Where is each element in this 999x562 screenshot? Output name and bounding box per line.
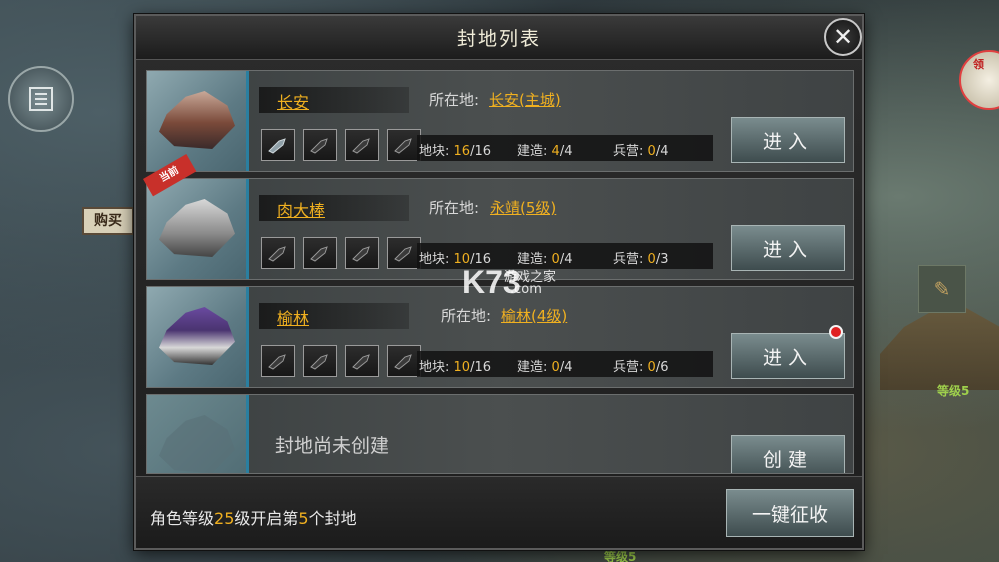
- fief-list-panel: 封地列表 长安 所在地: 长安(主城) 地块: 16/16 建造: 4/4 兵营…: [134, 14, 864, 550]
- plot-stat: 地块: 10/16: [419, 360, 491, 375]
- empty-fief-text: 封地尚未创建: [275, 435, 390, 457]
- fief-thumbnail: [147, 395, 249, 473]
- location-link[interactable]: 长安(主城): [489, 89, 561, 110]
- fief-thumbnail: [147, 71, 249, 171]
- panel-header: 封地列表: [136, 16, 862, 60]
- enter-button[interactable]: 进入: [731, 333, 845, 379]
- map-toggle-icon[interactable]: [8, 66, 74, 132]
- building-slots: [261, 129, 421, 161]
- event-badge-label: 领: [973, 58, 984, 71]
- location-label: 所在地:: [441, 307, 492, 325]
- build-stat: 建造: 0/4: [517, 360, 573, 375]
- build-slot-icon[interactable]: [303, 237, 337, 269]
- plot-stat: 地块: 16/16: [419, 144, 491, 159]
- fief-stats: 地块: 10/16 建造: 0/4 兵营: 0/6: [417, 351, 713, 377]
- enter-button[interactable]: 进入: [731, 117, 845, 163]
- location-link[interactable]: 榆林(4级): [501, 305, 567, 326]
- building-slots: [261, 345, 421, 377]
- empty-fief-row: 封地尚未创建 创建: [146, 394, 854, 474]
- fief-row: 榆林 所在地: 榆林(4级) 地块: 10/16 建造: 0/4 兵营: 0/6…: [146, 286, 854, 388]
- fief-row: 长安 所在地: 长安(主城) 地块: 16/16 建造: 4/4 兵营: 0/4…: [146, 70, 854, 172]
- panel-title: 封地列表: [456, 28, 541, 50]
- castle-placeholder-icon: [159, 415, 235, 473]
- building-slots: [261, 237, 421, 269]
- barracks-stat: 兵营: 0/3: [613, 252, 669, 267]
- plot-stat: 地块: 10/16: [419, 252, 491, 267]
- collect-all-button[interactable]: 一键征收: [726, 489, 854, 537]
- build-slot-icon[interactable]: [261, 129, 295, 161]
- build-stat: 建造: 0/4: [517, 252, 573, 267]
- panel-footer: 角色等级25级开启第5个封地 一键征收: [136, 476, 862, 548]
- building-level-label-bottom: 等级5: [604, 550, 637, 562]
- build-slot-icon[interactable]: [303, 129, 337, 161]
- location-label: 所在地:: [429, 199, 480, 217]
- fief-name-link[interactable]: 肉大棒: [277, 197, 325, 221]
- create-button[interactable]: 创建: [731, 435, 845, 473]
- castle-icon: [159, 91, 235, 149]
- fief-stats: 地块: 10/16 建造: 0/4 兵营: 0/3: [417, 243, 713, 269]
- fief-stats: 地块: 16/16 建造: 4/4 兵营: 0/4: [417, 135, 713, 161]
- build-slot-icon[interactable]: [387, 129, 421, 161]
- fief-thumbnail: [147, 287, 249, 387]
- build-slot-icon[interactable]: [387, 345, 421, 377]
- build-slot-icon[interactable]: [345, 237, 379, 269]
- build-slot-icon[interactable]: [261, 345, 295, 377]
- build-slot-icon[interactable]: [261, 237, 295, 269]
- fief-name-link[interactable]: 长安: [277, 89, 309, 113]
- enter-button[interactable]: 进入: [731, 225, 845, 271]
- feather-icon[interactable]: ✎: [918, 265, 966, 313]
- location-link[interactable]: 永靖(5级): [490, 197, 556, 218]
- fief-row: 当前 肉大棒 所在地: 永靖(5级) 地块: 10/16 建造: 0/4 兵营:…: [143, 154, 854, 280]
- build-slot-icon[interactable]: [303, 345, 337, 377]
- close-icon[interactable]: ✕: [824, 18, 862, 56]
- castle-icon: [159, 307, 235, 365]
- buy-sign[interactable]: 购买: [82, 207, 134, 235]
- build-slot-icon[interactable]: [387, 237, 421, 269]
- fief-name-link[interactable]: 榆林: [277, 305, 309, 329]
- notification-dot-icon: [829, 325, 843, 339]
- location-label: 所在地:: [429, 91, 480, 109]
- build-stat: 建造: 4/4: [517, 144, 573, 159]
- build-slot-icon[interactable]: [345, 345, 379, 377]
- build-slot-icon[interactable]: [345, 129, 379, 161]
- fief-thumbnail: [147, 179, 249, 279]
- castle-icon: [159, 199, 235, 257]
- barracks-stat: 兵营: 0/4: [613, 144, 669, 159]
- barracks-stat: 兵营: 0/6: [613, 360, 669, 375]
- unlock-info-text: 角色等级25级开启第5个封地: [150, 509, 357, 528]
- building-level-label: 等级5: [937, 384, 970, 398]
